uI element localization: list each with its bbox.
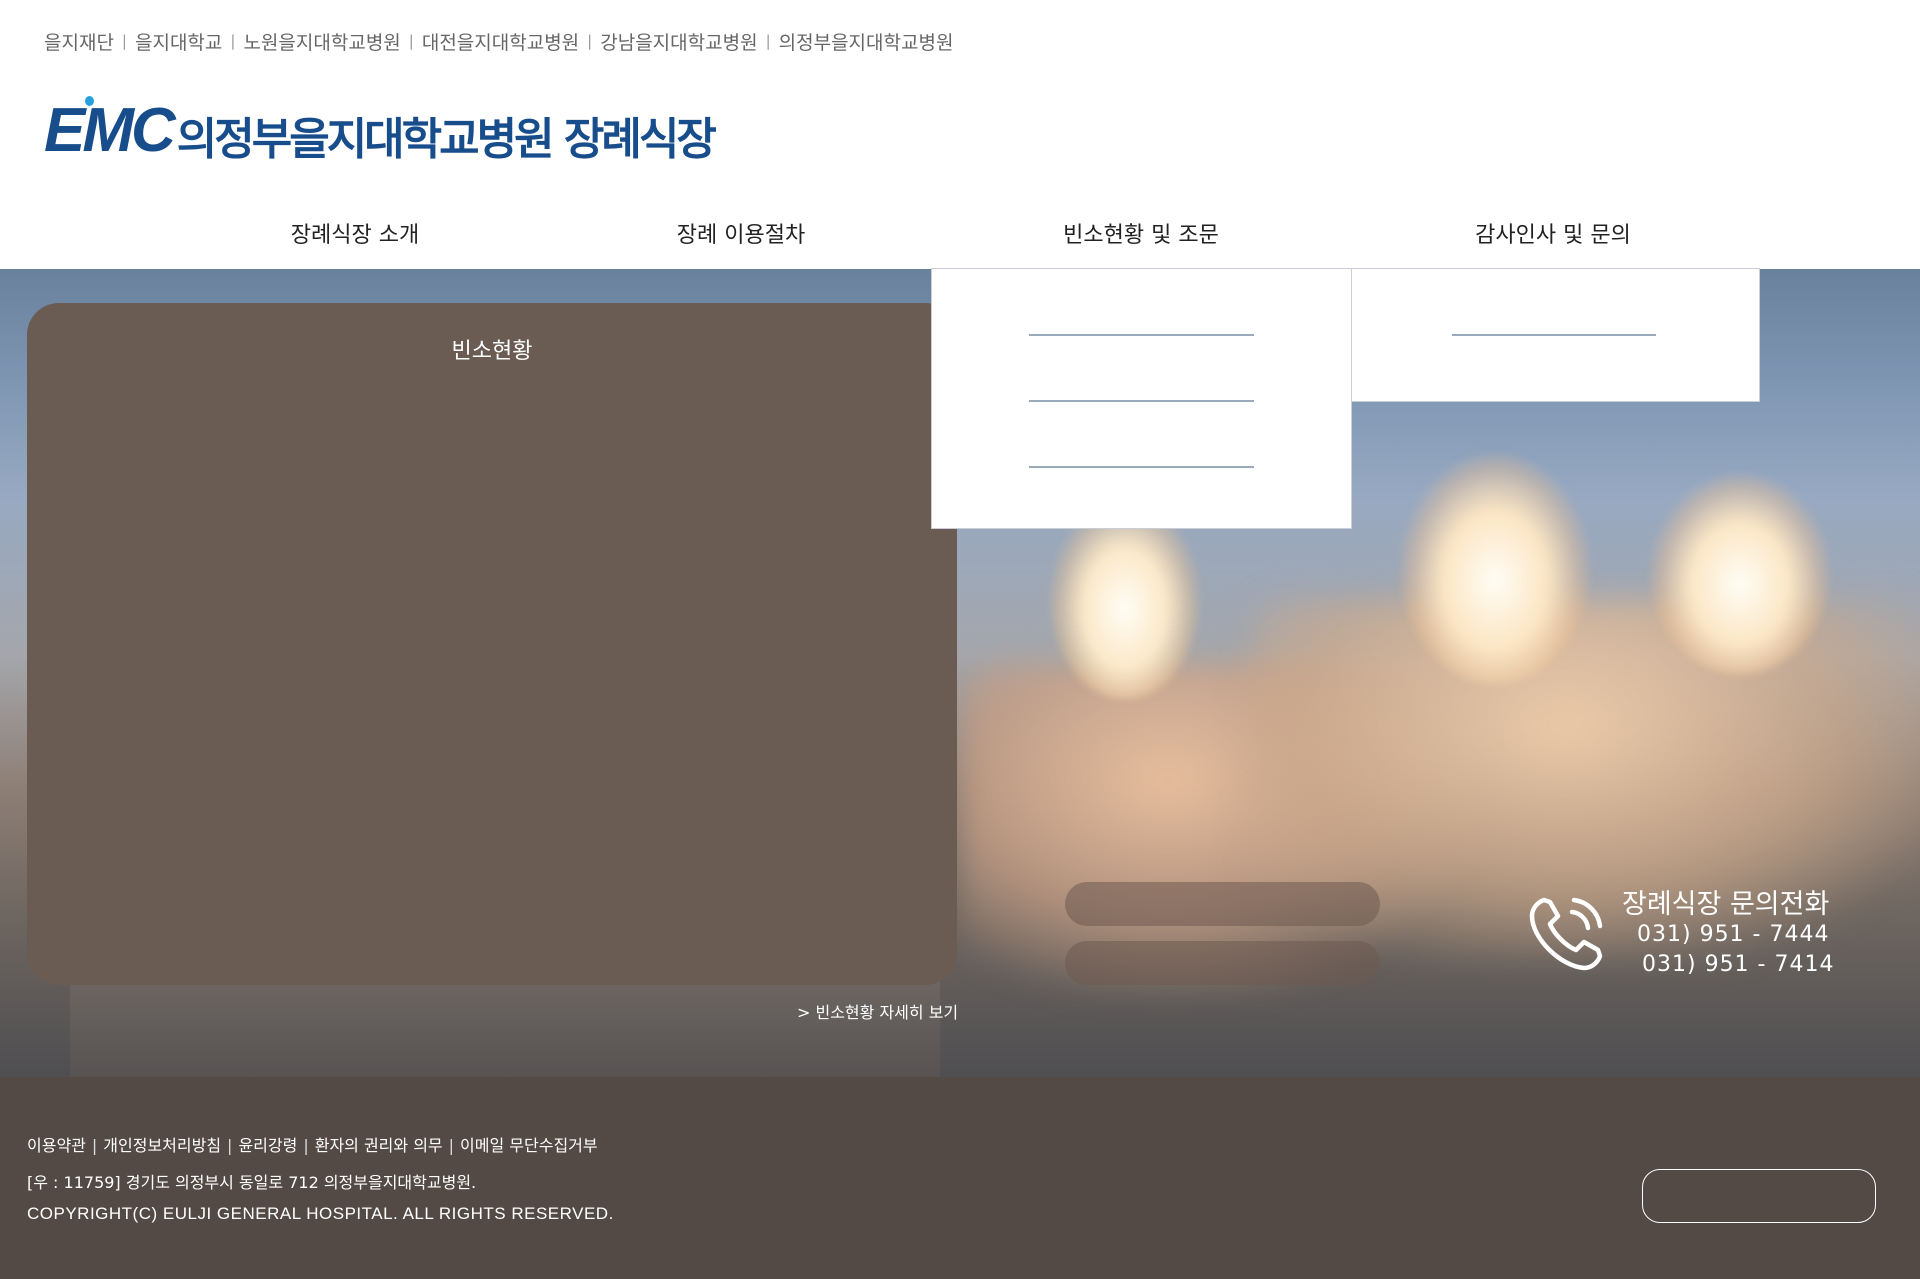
nav-item-thanks-inquiry[interactable]: 감사인사 및 문의 [1475, 210, 1631, 270]
footer-link-email-refusal[interactable]: 이메일 무단수집거부 [460, 1136, 598, 1155]
submenu-item[interactable] [1029, 334, 1254, 336]
separator: | [91, 1136, 98, 1155]
footer-link-ethics[interactable]: 윤리강령 [238, 1136, 297, 1155]
separator: | [230, 32, 236, 50]
footer-link-privacy[interactable]: 개인정보처리방침 [103, 1136, 221, 1155]
candle-flame [1400, 454, 1590, 684]
quick-button[interactable] [1065, 941, 1380, 985]
logo-dot [85, 96, 94, 106]
room-status-panel: 빈소현황 [27, 303, 957, 985]
separator: | [765, 32, 771, 50]
family-link-daejeon-hospital[interactable]: 대전을지대학교병원 [422, 28, 579, 55]
room-status-title: 빈소현황 [451, 339, 533, 364]
footer-address: [우 : 11759] 경기도 의정부시 동일로 712 의정부을지대학교병원. [27, 1173, 477, 1192]
dropdown-room-status [931, 268, 1352, 529]
logo-mark: EMC [44, 96, 176, 162]
separator: | [303, 1136, 309, 1155]
site-logo[interactable]: EMC 의정부을지대학교병원 장례식장 [44, 96, 717, 165]
footer-links: 이용약관 | 개인정보처리방침 | 윤리강령 | 환자의 권리와 의무 | 이메일 무단수집거부 [27, 1132, 598, 1156]
quick-button[interactable] [1065, 882, 1380, 926]
submenu-item[interactable] [1452, 334, 1656, 336]
room-status-more-link[interactable]: > 빈소현황 자세히 보기 [797, 999, 958, 1023]
contact-title: 장례식장 문의전화 [1622, 889, 1830, 920]
family-link-eulji-foundation[interactable]: 을지재단 [44, 28, 114, 55]
candle-flame [1050, 499, 1200, 699]
contact-phone-number: 031) 951 - 7444 [1637, 922, 1830, 947]
footer-copyright: COPYRIGHT(C) EULJI GENERAL HOSPITAL. ALL… [27, 1204, 614, 1223]
family-site-select[interactable] [1642, 1169, 1876, 1223]
logo-mark-text: EMC [44, 96, 176, 165]
footer-link-terms[interactable]: 이용약관 [27, 1136, 86, 1155]
phone-icon [1529, 897, 1603, 971]
separator: | [227, 1136, 233, 1155]
separator: | [121, 32, 127, 50]
separator: | [408, 32, 414, 50]
site-footer: 이용약관 | 개인정보처리방침 | 윤리강령 | 환자의 권리와 의무 | 이메일 무단수집거부… [0, 1077, 1920, 1279]
contact-phone-number: 031) 951 - 7414 [1642, 952, 1835, 977]
family-link-uijeongbu-hospital[interactable]: 의정부을지대학교병원 [779, 28, 954, 55]
main-navigation: 장례식장 소개 장례 이용절차 빈소현황 및 조문 감사인사 및 문의 [0, 210, 1920, 270]
separator: | [448, 1136, 455, 1155]
family-site-links: 을지재단 | 을지대학교 | 노원을지대학교병원 | 대전을지대학교병원 | 강… [44, 26, 953, 56]
nav-item-funeral-intro[interactable]: 장례식장 소개 [291, 210, 419, 270]
candle-flame [1650, 474, 1830, 674]
family-link-eulji-university[interactable]: 을지대학교 [135, 28, 222, 55]
hero-texture [70, 969, 940, 1077]
logo-text: 의정부을지대학교병원 장례식장 [176, 114, 717, 165]
nav-item-funeral-procedure[interactable]: 장례 이용절차 [677, 210, 805, 270]
family-link-nowon-hospital[interactable]: 노원을지대학교병원 [243, 28, 400, 55]
footer-link-patient-rights[interactable]: 환자의 권리와 의무 [315, 1136, 443, 1155]
submenu-item[interactable] [1029, 400, 1254, 402]
submenu-item[interactable] [1029, 466, 1254, 468]
dropdown-thanks-inquiry [1351, 268, 1760, 402]
separator: | [587, 32, 593, 50]
family-link-gangnam-hospital[interactable]: 강남을지대학교병원 [600, 28, 757, 55]
nav-item-room-status[interactable]: 빈소현황 및 조문 [1063, 210, 1219, 270]
